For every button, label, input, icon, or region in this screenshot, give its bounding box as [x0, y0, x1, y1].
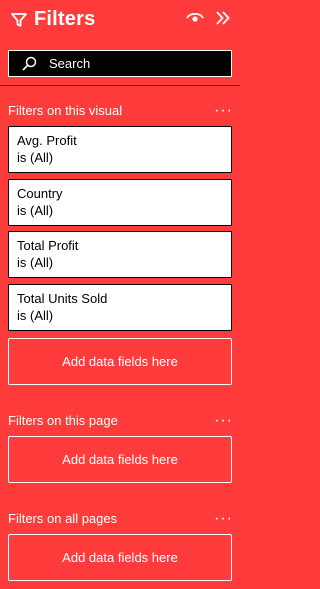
- title-wrap: Filters: [10, 8, 95, 31]
- filter-state: is (All): [17, 308, 54, 323]
- add-data-fields-page[interactable]: Add data fields here: [8, 436, 232, 483]
- more-options-page-icon[interactable]: ···: [214, 413, 233, 429]
- filter-state: is (All): [17, 203, 54, 218]
- eye-icon[interactable]: [186, 10, 204, 26]
- filter-card-total-units-sold[interactable]: Total Units Sold is (All): [8, 284, 232, 331]
- filter-state: is (All): [17, 150, 54, 165]
- search-box[interactable]: [8, 50, 232, 77]
- section-label-all-pages: Filters on all pages: [8, 511, 118, 526]
- filters-pane: Filters Filters on this visual ··· Avg. …: [0, 0, 240, 589]
- funnel-icon: [11, 12, 27, 27]
- double-chevron-right-icon[interactable]: [215, 9, 231, 27]
- filter-name: Total Units Sold: [17, 291, 108, 306]
- filter-card-country[interactable]: Country is (All): [8, 179, 232, 226]
- search-icon: [22, 56, 37, 71]
- filters-header: Filters: [0, 0, 240, 42]
- more-options-all-pages-icon[interactable]: ···: [214, 511, 233, 527]
- filter-name: Avg. Profit: [17, 133, 77, 148]
- filter-card-avg-profit[interactable]: Avg. Profit is (All): [8, 126, 232, 173]
- section-label-page: Filters on this page: [8, 413, 118, 428]
- filter-state: is (All): [17, 255, 54, 270]
- filter-card-total-profit[interactable]: Total Profit is (All): [8, 231, 232, 278]
- filter-name: Total Profit: [17, 238, 79, 253]
- filter-name: Country: [17, 186, 63, 201]
- more-options-visual-icon[interactable]: ···: [214, 103, 233, 119]
- add-data-fields-visual[interactable]: Add data fields here: [8, 338, 232, 385]
- header-divider: [0, 85, 240, 86]
- section-label-visual: Filters on this visual: [8, 103, 123, 118]
- add-data-fields-all-pages[interactable]: Add data fields here: [8, 534, 232, 581]
- pane-title: Filters: [34, 8, 96, 30]
- search-input[interactable]: [49, 56, 209, 71]
